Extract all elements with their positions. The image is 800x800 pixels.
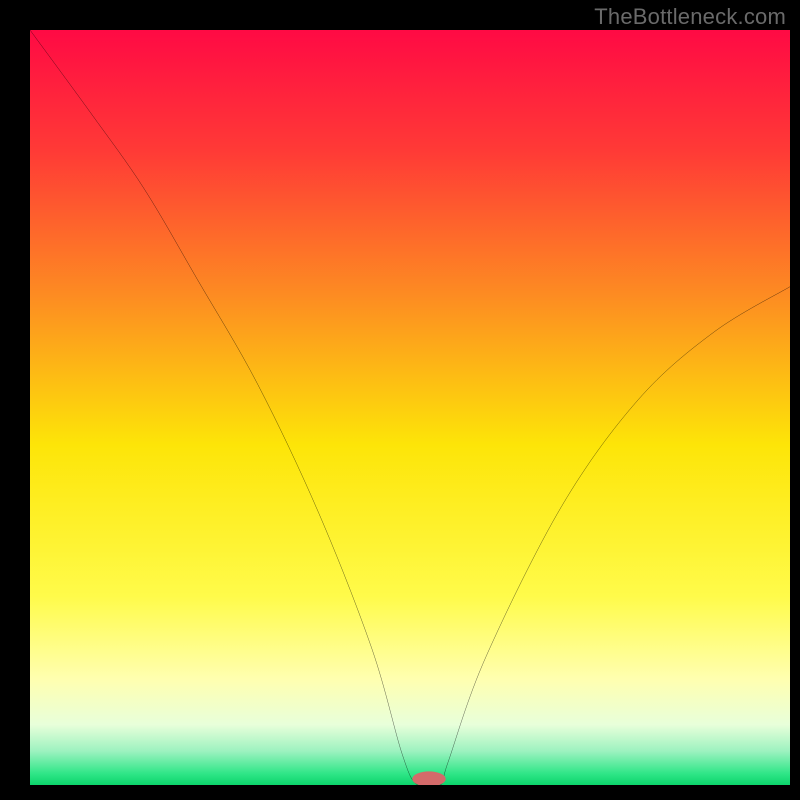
- chart-frame: TheBottleneck.com: [0, 0, 800, 800]
- plot-svg: [30, 30, 790, 785]
- watermark-text: TheBottleneck.com: [594, 4, 786, 30]
- bottleneck-plot: [30, 30, 790, 785]
- plot-background: [30, 30, 790, 785]
